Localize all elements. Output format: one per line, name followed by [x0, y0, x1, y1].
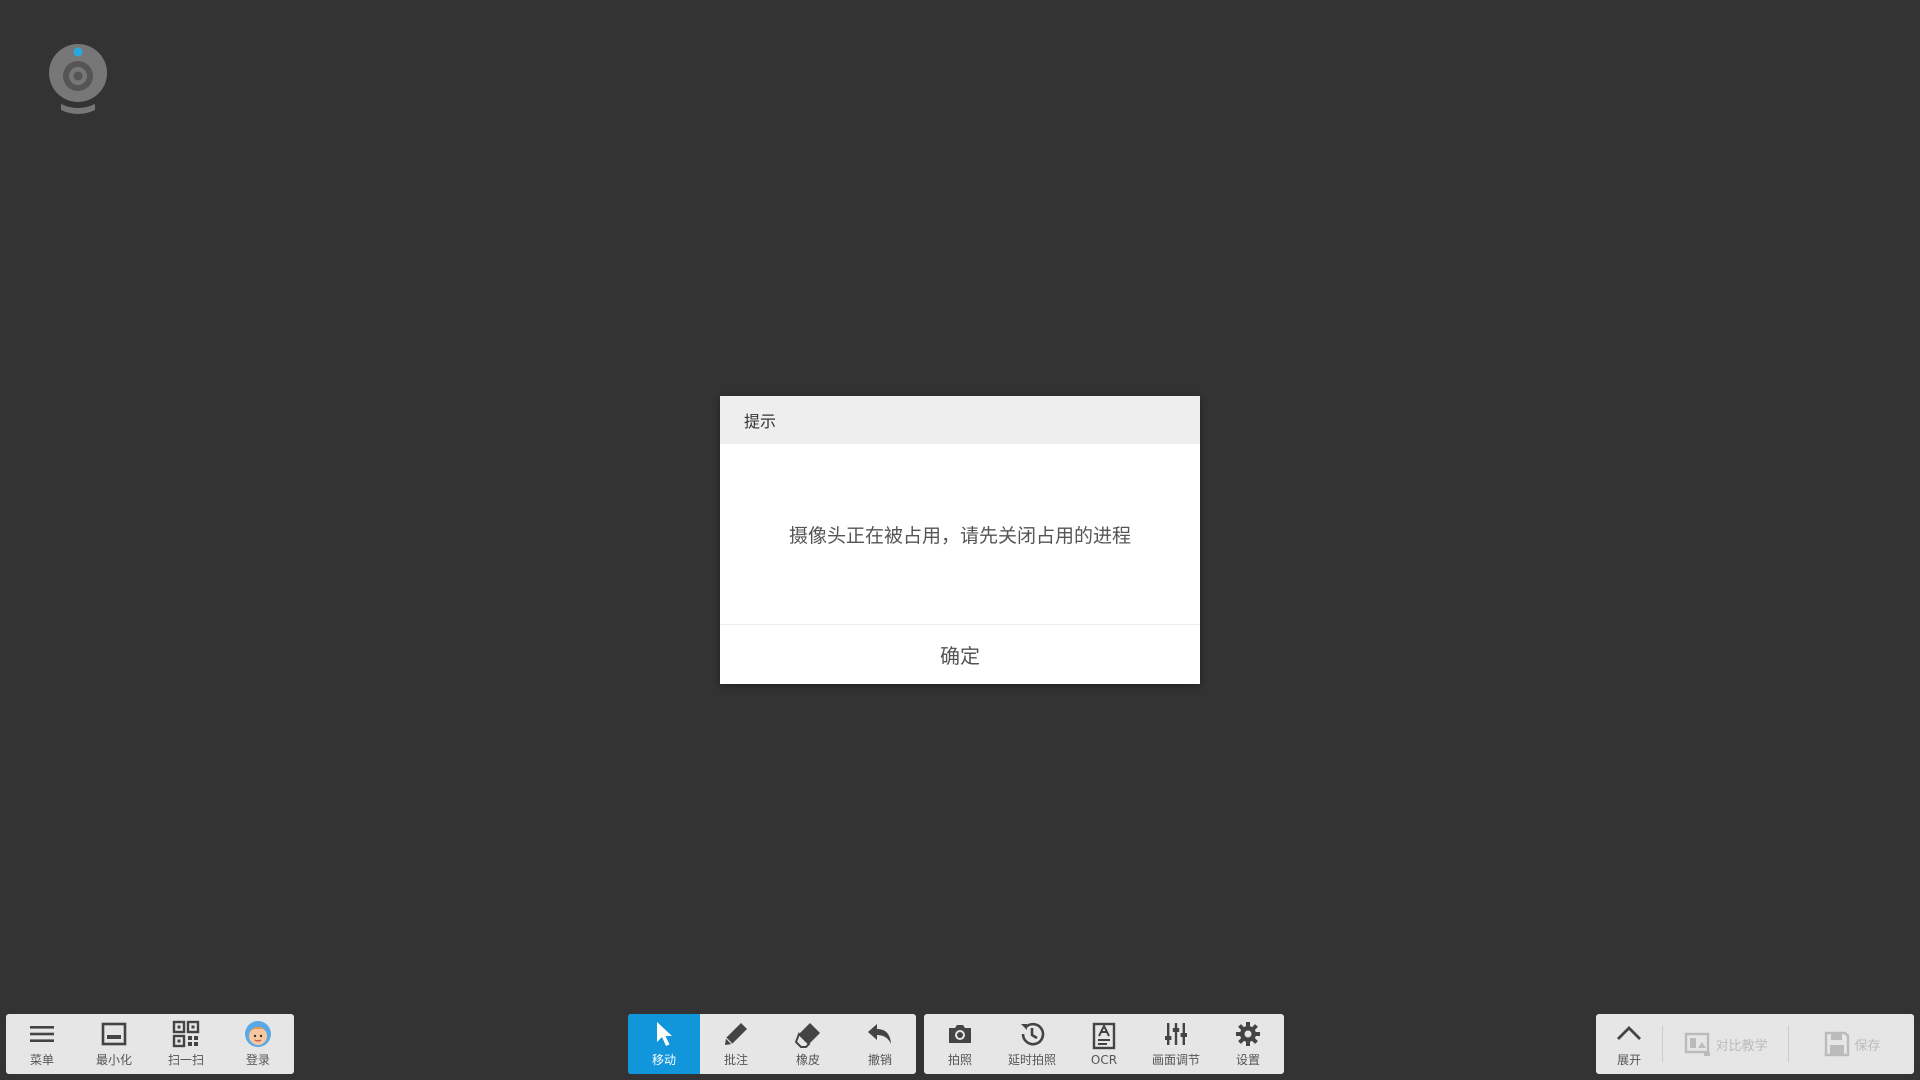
ocr-button[interactable]: OCR	[1068, 1014, 1140, 1074]
eraser-tool-button[interactable]: 橡皮	[772, 1014, 844, 1074]
camera-icon	[949, 1025, 971, 1043]
expand-button[interactable]: 展开	[1596, 1014, 1662, 1074]
toolbar-left: 菜单 最小化 扫一扫 登录	[6, 1014, 294, 1074]
scan-label: 扫一扫	[167, 1053, 204, 1067]
timer-icon	[1021, 1022, 1045, 1046]
app-stage: 提示 摄像头正在被占用，请先关闭占用的进程 确定 菜单 最小化 扫一扫 登录 移…	[0, 0, 1920, 1080]
dialog-title: 提示	[720, 396, 1200, 444]
dialog-footer: 确定	[720, 625, 1200, 684]
pen-icon	[725, 1023, 747, 1045]
toolbar-right: 展开 对比教学 保存	[1596, 1014, 1914, 1074]
eraser-label: 橡皮	[795, 1053, 820, 1067]
expand-label: 展开	[1617, 1053, 1642, 1067]
minimize-icon	[101, 1022, 127, 1046]
toolbar-draw: 移动 批注 橡皮 撤销	[628, 1014, 916, 1074]
gear-icon	[1236, 1022, 1260, 1046]
settings-button[interactable]: 设置	[1212, 1014, 1284, 1074]
pointer-icon	[657, 1022, 672, 1046]
undo-label: 撤销	[867, 1053, 892, 1067]
annotate-label: 批注	[723, 1053, 748, 1067]
eraser-icon	[794, 1023, 820, 1048]
sliders-icon	[1165, 1023, 1187, 1045]
ocr-icon	[1092, 1022, 1116, 1049]
undo-icon	[868, 1024, 891, 1044]
dialog-message: 摄像头正在被占用，请先关闭占用的进程	[720, 444, 1200, 625]
ocr-label: OCR	[1090, 1052, 1118, 1067]
save-label: 保存	[1854, 1038, 1881, 1054]
avatar-icon	[245, 1021, 271, 1047]
image-adjust-label: 画面调节	[1151, 1053, 1200, 1067]
timer-capture-button[interactable]: 延时拍照	[996, 1014, 1068, 1074]
undo-button[interactable]: 撤销	[844, 1014, 916, 1074]
move-label: 移动	[651, 1053, 676, 1067]
scan-button[interactable]: 扫一扫	[150, 1014, 222, 1074]
timer-capture-label: 延时拍照	[1007, 1053, 1056, 1067]
compare-teaching-button[interactable]: 对比教学	[1663, 1014, 1788, 1074]
login-button[interactable]: 登录	[222, 1014, 294, 1074]
compare-icon	[1684, 1032, 1710, 1056]
menu-icon	[30, 1026, 54, 1042]
menu-button[interactable]: 菜单	[6, 1014, 78, 1074]
menu-label: 菜单	[29, 1053, 54, 1067]
qrcode-icon	[172, 1020, 200, 1048]
chevron-up-icon	[1617, 1026, 1642, 1040]
webcam-logo-icon	[49, 44, 107, 114]
minimize-label: 最小化	[95, 1053, 132, 1067]
annotate-tool-button[interactable]: 批注	[700, 1014, 772, 1074]
save-button[interactable]: 保存	[1789, 1014, 1914, 1074]
move-tool-button[interactable]: 移动	[628, 1014, 700, 1074]
minimize-button[interactable]: 最小化	[78, 1014, 150, 1074]
image-adjust-button[interactable]: 画面调节	[1140, 1014, 1212, 1074]
confirm-button[interactable]: 确定	[720, 625, 1200, 684]
settings-label: 设置	[1235, 1053, 1260, 1067]
capture-label: 拍照	[947, 1053, 972, 1067]
save-icon	[1824, 1031, 1849, 1057]
login-label: 登录	[245, 1053, 270, 1067]
alert-dialog: 提示 摄像头正在被占用，请先关闭占用的进程 确定	[720, 396, 1200, 684]
capture-button[interactable]: 拍照	[924, 1014, 996, 1074]
compare-teaching-label: 对比教学	[1715, 1038, 1768, 1054]
toolbar-camera: 拍照 延时拍照 OCR 画面调节 设置	[924, 1014, 1284, 1074]
